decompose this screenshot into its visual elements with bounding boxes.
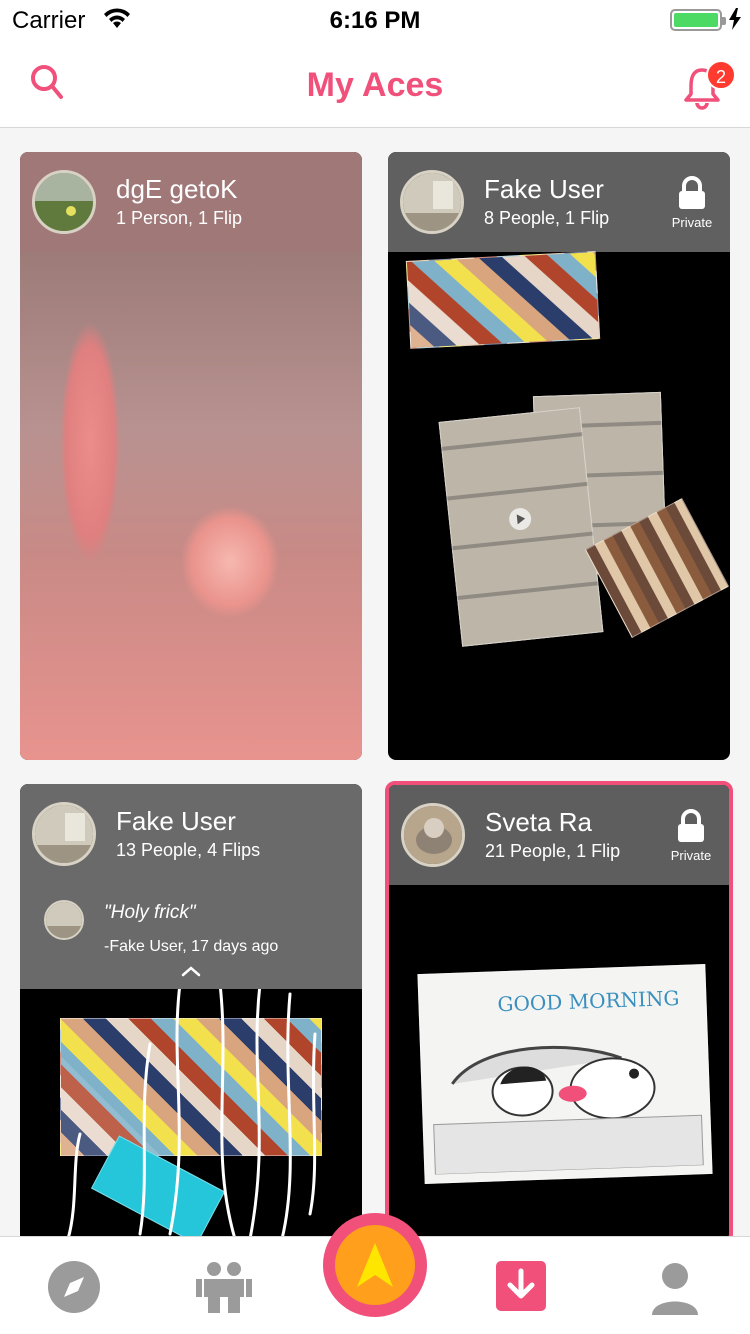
notification-badge: 2 xyxy=(706,60,736,90)
comment-text: "Holy frick" xyxy=(104,902,196,923)
ace-card[interactable]: Fake User 13 People, 4 Flips "Holy frick… xyxy=(20,784,362,1244)
card-header: Sveta Ra 21 People, 1 Flip Private xyxy=(389,785,729,885)
tab-profile[interactable] xyxy=(646,1259,706,1319)
tab-my-aces[interactable] xyxy=(494,1259,554,1319)
avatar xyxy=(32,802,96,866)
private-indicator: Private xyxy=(661,809,721,863)
card-meta: 1 Person, 1 Flip xyxy=(116,208,243,228)
private-label: Private xyxy=(670,848,712,863)
download-icon xyxy=(496,1261,546,1311)
profile-icon xyxy=(652,1263,698,1315)
ace-create-button[interactable] xyxy=(323,1213,427,1317)
avatar xyxy=(400,170,464,234)
card-header: dgE getoK 1 Person, 1 Flip xyxy=(20,152,362,252)
card-owner-name: dgE getoK xyxy=(116,174,238,204)
card-owner-name: Fake User xyxy=(484,174,604,204)
play-icon[interactable] xyxy=(507,506,533,532)
avatar xyxy=(401,803,465,867)
fab-inner xyxy=(335,1225,415,1305)
card-meta: 13 People, 4 Flips xyxy=(116,840,261,860)
card-meta: 8 People, 1 Flip xyxy=(484,208,610,228)
status-bar: Carrier 6:16 PM xyxy=(0,0,750,40)
card-owner-name: Fake User xyxy=(116,806,236,836)
people-icon xyxy=(196,1262,252,1313)
charging-icon xyxy=(728,8,742,37)
card-meta: 21 People, 1 Flip xyxy=(485,841,621,861)
ace-card[interactable]: Fake User 8 People, 1 Flip Private xyxy=(388,152,730,760)
tab-explore[interactable] xyxy=(46,1259,106,1319)
private-label: Private xyxy=(671,215,713,230)
card-header: Fake User 13 People, 4 Flips "Holy frick… xyxy=(20,784,362,989)
clock: 6:16 PM xyxy=(329,7,421,34)
sticker-photo[interactable] xyxy=(438,407,604,647)
lock-icon xyxy=(678,809,704,842)
avatar xyxy=(32,170,96,234)
private-indicator: Private xyxy=(662,176,722,230)
ace-card[interactable]: dgE getoK 1 Person, 1 Flip xyxy=(20,152,362,760)
sticker-photo: GOOD MORNING xyxy=(417,964,713,1184)
card-photo xyxy=(20,252,362,760)
tab-friends[interactable] xyxy=(194,1259,254,1319)
ace-card-selected[interactable]: Sveta Ra 21 People, 1 Flip Private GOOD … xyxy=(385,781,733,1244)
card-header: Fake User 8 People, 1 Flip Private xyxy=(388,152,730,252)
comment-author: -Fake User, 17 days ago xyxy=(104,938,279,955)
sticker-caption: GOOD MORNING xyxy=(497,985,680,1017)
card-owner-name: Sveta Ra xyxy=(485,807,592,837)
navigation-bar: My Aces 2 xyxy=(0,40,750,128)
collapse-comment-icon[interactable] xyxy=(180,960,202,983)
sticker-photo xyxy=(405,251,601,349)
lock-icon xyxy=(679,176,705,209)
comment-avatar xyxy=(44,900,84,940)
battery-icon xyxy=(670,9,726,31)
page-title: My Aces xyxy=(306,66,444,104)
cartoon-illustration xyxy=(433,1045,704,1175)
ace-icon xyxy=(357,1243,393,1287)
compass-icon xyxy=(48,1261,100,1313)
